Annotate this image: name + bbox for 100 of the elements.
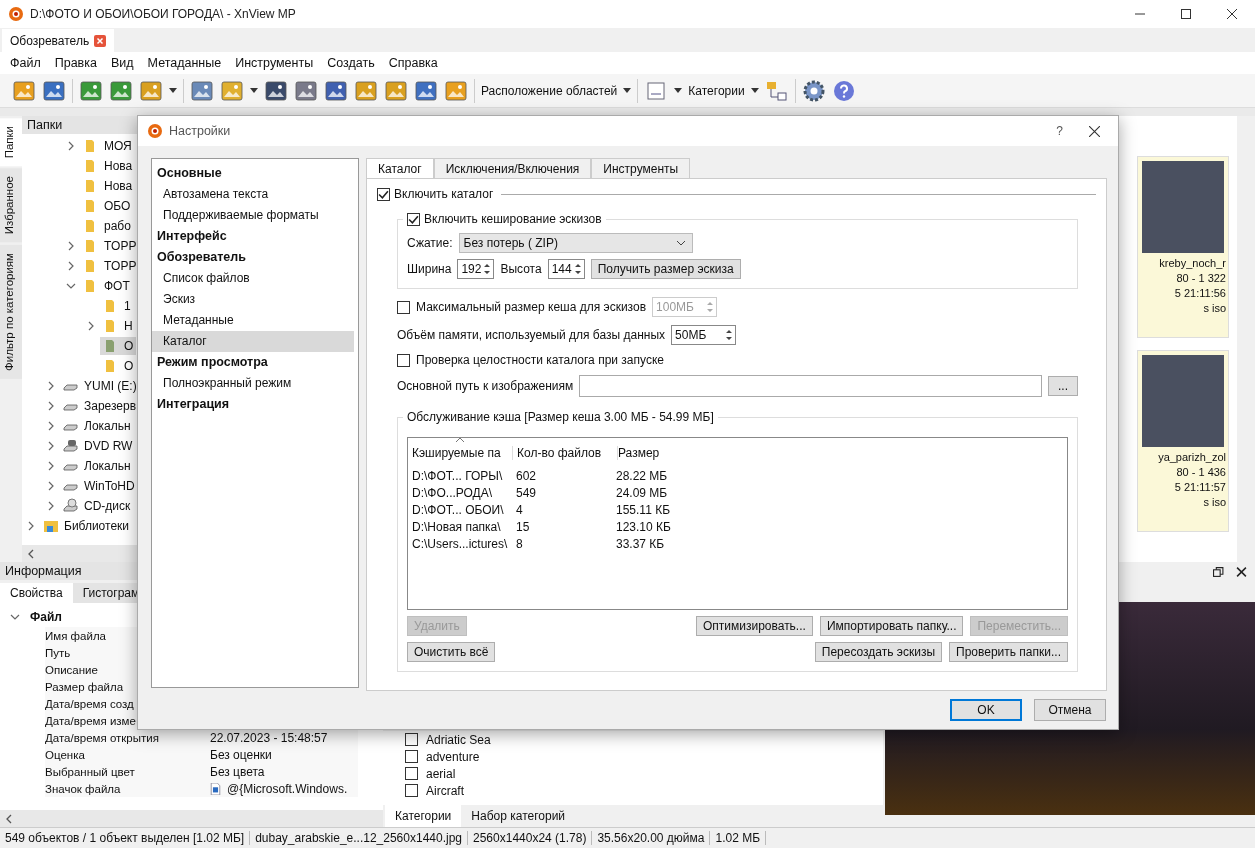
action-button[interactable]: Очистить всё bbox=[407, 642, 496, 662]
chevron-right-icon[interactable] bbox=[66, 261, 76, 271]
action-button[interactable]: Импортировать папку... bbox=[819, 616, 964, 636]
nav-item[interactable]: Основные bbox=[152, 163, 354, 184]
menu-item[interactable]: Создать bbox=[320, 56, 382, 70]
browse-button[interactable]: ... bbox=[1048, 376, 1078, 396]
settings-tab[interactable]: Инструменты bbox=[591, 158, 691, 178]
checkbox[interactable] bbox=[397, 353, 410, 367]
action-button[interactable]: Проверить папки... bbox=[949, 642, 1068, 662]
menu-item[interactable]: Метаданные bbox=[140, 56, 229, 70]
checkbox[interactable] bbox=[405, 784, 418, 797]
folder-tree-item[interactable]: 1 bbox=[100, 297, 134, 315]
column-header[interactable]: Размер bbox=[618, 446, 660, 460]
caret-icon[interactable] bbox=[250, 88, 258, 93]
dialog-button[interactable]: Отмена bbox=[1034, 699, 1106, 721]
scroll-left-icon[interactable] bbox=[28, 548, 34, 559]
close-icon[interactable] bbox=[1236, 566, 1247, 578]
image-icon[interactable] bbox=[444, 78, 468, 103]
panel-tab[interactable]: Набор категорий bbox=[461, 805, 576, 827]
chevron-right-icon[interactable] bbox=[46, 461, 56, 471]
panel-tab[interactable]: Категории bbox=[385, 805, 462, 827]
spin-arrows-icon[interactable] bbox=[573, 262, 584, 276]
memory-spinbox[interactable]: 50МБ bbox=[671, 325, 737, 345]
folder-tree-item[interactable]: О bbox=[100, 357, 137, 375]
panel-tab[interactable]: Свойства bbox=[0, 583, 73, 603]
document-tab[interactable]: Обозреватель bbox=[2, 29, 115, 52]
width-spinbox[interactable]: 192 bbox=[457, 259, 495, 279]
nav-item[interactable]: Эскиз bbox=[152, 289, 354, 310]
menu-item[interactable]: Вид bbox=[103, 56, 141, 70]
caret-icon[interactable] bbox=[169, 88, 177, 93]
folder-tree-item[interactable]: Нова bbox=[80, 177, 136, 195]
nav-item[interactable]: Интерфейс bbox=[152, 226, 354, 247]
folder-tree-item[interactable]: TOPP bbox=[80, 257, 140, 275]
settings-tab[interactable]: Каталог bbox=[366, 158, 434, 178]
folder-tree-item[interactable]: Н bbox=[100, 317, 136, 335]
nav-item[interactable]: Интеграция bbox=[152, 394, 354, 415]
folder-tree-item[interactable]: ОБО bbox=[80, 197, 134, 215]
settings-tab[interactable]: Исключения/Включения bbox=[433, 158, 592, 178]
folder-tree-item[interactable]: Библиотеки bbox=[40, 517, 132, 535]
folder-tree-item[interactable]: TOPP bbox=[80, 237, 140, 255]
path-input-field[interactable] bbox=[579, 375, 1042, 397]
scroll-left-icon[interactable] bbox=[6, 813, 12, 824]
column-header[interactable]: Кэшируемые па bbox=[412, 446, 513, 460]
chevron-right-icon[interactable] bbox=[46, 501, 56, 511]
checkbox[interactable] bbox=[405, 750, 418, 763]
folder-tree-item[interactable]: DVD RW bbox=[60, 437, 136, 455]
checkbox[interactable] bbox=[405, 733, 418, 746]
checkbox[interactable] bbox=[407, 212, 420, 226]
chevron-down-icon[interactable] bbox=[66, 281, 76, 291]
nav-item[interactable]: Обозреватель bbox=[152, 247, 354, 268]
get-thumbnail-size-button[interactable]: Получить размер эскиза bbox=[590, 259, 741, 279]
action-button[interactable]: Оптимизировать... bbox=[695, 616, 813, 636]
nav-item[interactable]: Каталог bbox=[152, 331, 354, 352]
chevron-right-icon[interactable] bbox=[86, 321, 96, 331]
side-tab[interactable]: Папки bbox=[0, 118, 22, 167]
chevron-right-icon[interactable] bbox=[46, 481, 56, 491]
help-icon[interactable] bbox=[831, 78, 856, 103]
restore-icon[interactable] bbox=[1213, 566, 1224, 578]
folder-tree-item[interactable]: Локальн bbox=[60, 457, 134, 475]
action-button[interactable]: Пересоздать эскизы bbox=[814, 642, 942, 662]
menu-item[interactable]: Правка bbox=[47, 56, 104, 70]
layout-dropdown[interactable]: Расположение областей bbox=[481, 83, 618, 98]
menu-item[interactable]: Инструменты bbox=[228, 56, 321, 70]
folder-tree-item[interactable]: WinToHD bbox=[60, 477, 138, 495]
nav-item[interactable]: Автозамена текста bbox=[152, 184, 354, 205]
folder-tree-item[interactable]: Локальн bbox=[60, 417, 134, 435]
settings-icon[interactable] bbox=[801, 78, 826, 103]
folder-tree-item[interactable]: Нова bbox=[80, 157, 136, 175]
folder-tree-item[interactable]: О bbox=[100, 337, 137, 355]
chevron-right-icon[interactable] bbox=[66, 241, 76, 251]
checkbox[interactable] bbox=[377, 187, 390, 201]
side-tab[interactable]: Фильтр по категориям bbox=[0, 244, 22, 379]
folder-tree-item[interactable]: МОЯ bbox=[80, 137, 135, 155]
horizontal-scrollbar[interactable] bbox=[0, 810, 383, 827]
chevron-right-icon[interactable] bbox=[46, 421, 56, 431]
nav-item[interactable]: Список файлов bbox=[152, 268, 354, 289]
folder-tree-item[interactable]: CD-диск bbox=[60, 497, 134, 515]
chevron-down-icon[interactable] bbox=[10, 612, 20, 622]
thumbnail-card[interactable]: kreby_noch_r 80 - 1 322 5 21:11:56 s iso bbox=[1137, 156, 1229, 338]
compression-dropdown[interactable]: Без потерь ( ZIP) bbox=[458, 233, 693, 253]
folder-tree-item[interactable]: рабо bbox=[80, 217, 134, 235]
chevron-right-icon[interactable] bbox=[26, 521, 36, 531]
folder-tree-item[interactable]: YUMI (E:) bbox=[60, 377, 140, 395]
menu-item[interactable]: Файл bbox=[3, 56, 48, 70]
side-tab[interactable]: Избранное bbox=[0, 168, 22, 243]
nav-item[interactable]: Полноэкранный режим bbox=[152, 373, 354, 394]
nav-item[interactable]: Поддерживаемые форматы bbox=[152, 205, 354, 226]
height-spinbox[interactable]: 144 bbox=[547, 259, 585, 279]
chevron-right-icon[interactable] bbox=[46, 441, 56, 451]
chevron-right-icon[interactable] bbox=[46, 401, 56, 411]
chevron-right-icon[interactable] bbox=[46, 381, 56, 391]
image-icon[interactable] bbox=[12, 78, 36, 103]
thumbnail-card[interactable]: ya_parizh_zol 80 - 1 436 5 21:11:57 s iso bbox=[1137, 350, 1229, 532]
caret-icon[interactable] bbox=[674, 88, 683, 93]
categories-dropdown[interactable]: Категории bbox=[688, 83, 745, 98]
column-header[interactable]: Кол-во файлов bbox=[513, 446, 618, 460]
nav-item[interactable]: Метаданные bbox=[152, 310, 354, 331]
folder-tree-item[interactable]: ФОТ bbox=[80, 277, 133, 295]
help-button[interactable]: ? bbox=[1036, 124, 1083, 138]
menu-item[interactable]: Справка bbox=[381, 56, 445, 70]
